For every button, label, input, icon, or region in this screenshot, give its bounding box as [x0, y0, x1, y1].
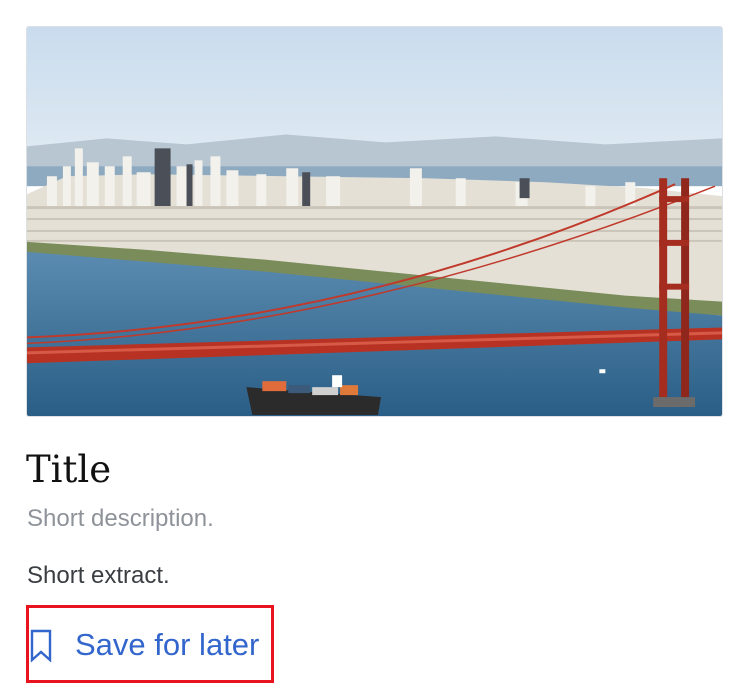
bookmark-icon	[30, 629, 52, 663]
article-thumbnail[interactable]	[26, 26, 723, 417]
save-for-later-button[interactable]: Save for later	[26, 605, 274, 683]
article-description: Short description.	[27, 505, 214, 532]
article-extract: Short extract.	[27, 562, 170, 589]
article-title[interactable]: Title	[26, 446, 111, 494]
golden-gate-photo	[27, 27, 722, 416]
save-for-later-label: Save for later	[75, 627, 260, 662]
